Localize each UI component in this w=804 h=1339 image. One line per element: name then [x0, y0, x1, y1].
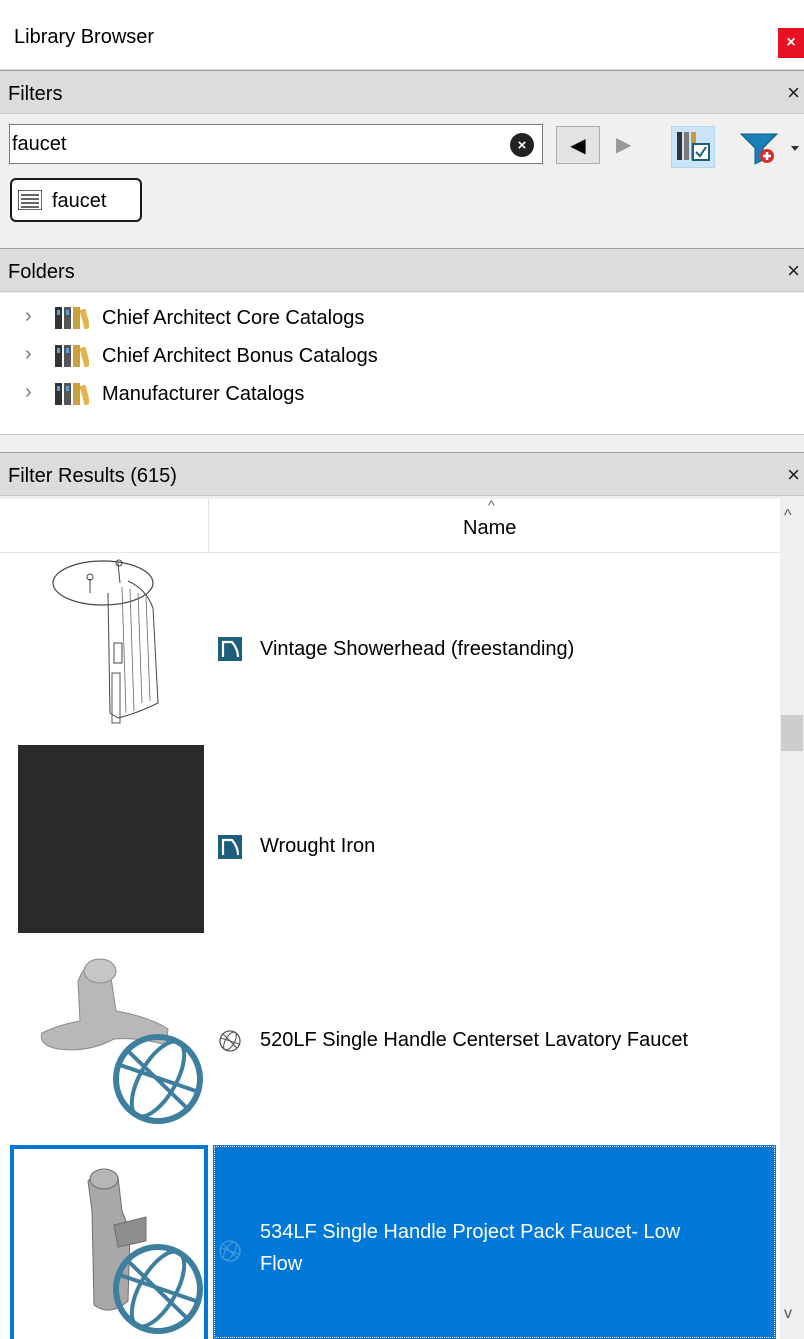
- folder-label: Manufacturer Catalogs: [102, 383, 305, 405]
- faucet-thumbnail: [40, 958, 203, 1124]
- add-filter-icon[interactable]: [737, 126, 803, 168]
- library-object-icon: [218, 835, 242, 859]
- folder-label: Chief Architect Bonus Catalogs: [102, 345, 378, 367]
- folder-label: Chief Architect Core Catalogs: [102, 307, 365, 329]
- window-title: Library Browser: [14, 26, 155, 48]
- filters-close-button[interactable]: ×: [787, 80, 800, 106]
- results-close-button[interactable]: ×: [787, 462, 800, 488]
- folders-header: Folders ×: [0, 248, 804, 292]
- catalog-books-icon: [55, 345, 89, 367]
- search-input[interactable]: [12, 128, 492, 160]
- folder-item-bonus-catalogs[interactable]: › Chief Architect Bonus Catalogs: [0, 337, 804, 375]
- filters-title: Filters: [8, 83, 63, 105]
- scroll-up-arrow[interactable]: ^: [784, 507, 792, 525]
- globe-icon: [219, 1030, 241, 1052]
- library-object-icon: [218, 637, 242, 661]
- expand-chevron-icon[interactable]: ›: [25, 305, 32, 328]
- result-name: 520LF Single Handle Centerset Lavatory F…: [260, 1029, 689, 1051]
- window-titlebar: Library Browser ×: [0, 0, 804, 70]
- folders-tree: › Chief Architect Core Catalogs › Chief …: [0, 293, 804, 435]
- back-button[interactable]: ◀: [556, 126, 600, 164]
- forward-button[interactable]: ▶: [616, 132, 631, 157]
- folders-title: Folders: [8, 261, 75, 283]
- clear-search-button[interactable]: ×: [510, 133, 534, 157]
- results-scrollbar[interactable]: ^ v: [780, 499, 804, 1339]
- sort-ascending-icon: ^: [488, 497, 495, 513]
- result-row-selected[interactable]: 534LF Single Handle Project Pack Faucet-…: [0, 1145, 780, 1339]
- faucet-thumbnail: [87, 1168, 203, 1334]
- catalog-books-icon: [55, 307, 89, 329]
- result-name: Wrought Iron: [260, 835, 376, 857]
- results-column-header: ^ Name: [0, 497, 780, 553]
- results-header: Filter Results (615) ×: [0, 452, 804, 496]
- filters-header: Filters ×: [0, 70, 804, 114]
- result-row[interactable]: Vintage Showerhead (freestanding): [0, 553, 780, 743]
- result-name-line1: 534LF Single Handle Project Pack Faucet-…: [260, 1221, 681, 1243]
- globe-icon: [219, 1240, 241, 1262]
- search-box[interactable]: ×: [9, 124, 543, 164]
- filters-panel: × ◀ ▶ faucet: [0, 118, 804, 240]
- result-name-line2: Flow: [260, 1253, 303, 1275]
- showerhead-thumbnail: [52, 559, 159, 724]
- catalog-books-icon: [55, 383, 89, 405]
- scroll-down-arrow[interactable]: v: [784, 1305, 792, 1323]
- name-column-header[interactable]: Name: [463, 517, 516, 540]
- folder-item-core-catalogs[interactable]: › Chief Architect Core Catalogs: [0, 299, 804, 337]
- filter-chip[interactable]: faucet: [10, 178, 142, 222]
- column-divider[interactable]: [208, 499, 209, 553]
- folders-close-button[interactable]: ×: [787, 258, 800, 284]
- result-row[interactable]: 520LF Single Handle Centerset Lavatory F…: [0, 937, 780, 1129]
- result-row[interactable]: Wrought Iron: [0, 745, 780, 933]
- window-close-button[interactable]: ×: [778, 28, 804, 58]
- result-name: Vintage Showerhead (freestanding): [260, 638, 575, 660]
- expand-chevron-icon[interactable]: ›: [25, 343, 32, 366]
- text-filter-icon: [18, 190, 42, 210]
- wrought-iron-thumbnail: [18, 745, 204, 933]
- scrollbar-thumb[interactable]: [781, 715, 803, 751]
- folder-item-manufacturer-catalogs[interactable]: › Manufacturer Catalogs: [0, 375, 804, 413]
- results-title: Filter Results (615): [8, 465, 177, 487]
- filter-chip-label: faucet: [52, 190, 107, 212]
- catalog-filter-icon[interactable]: [670, 125, 716, 169]
- expand-chevron-icon[interactable]: ›: [25, 381, 32, 404]
- results-list: ^ Name Vintage Showerhead (freestanding)…: [0, 497, 804, 1339]
